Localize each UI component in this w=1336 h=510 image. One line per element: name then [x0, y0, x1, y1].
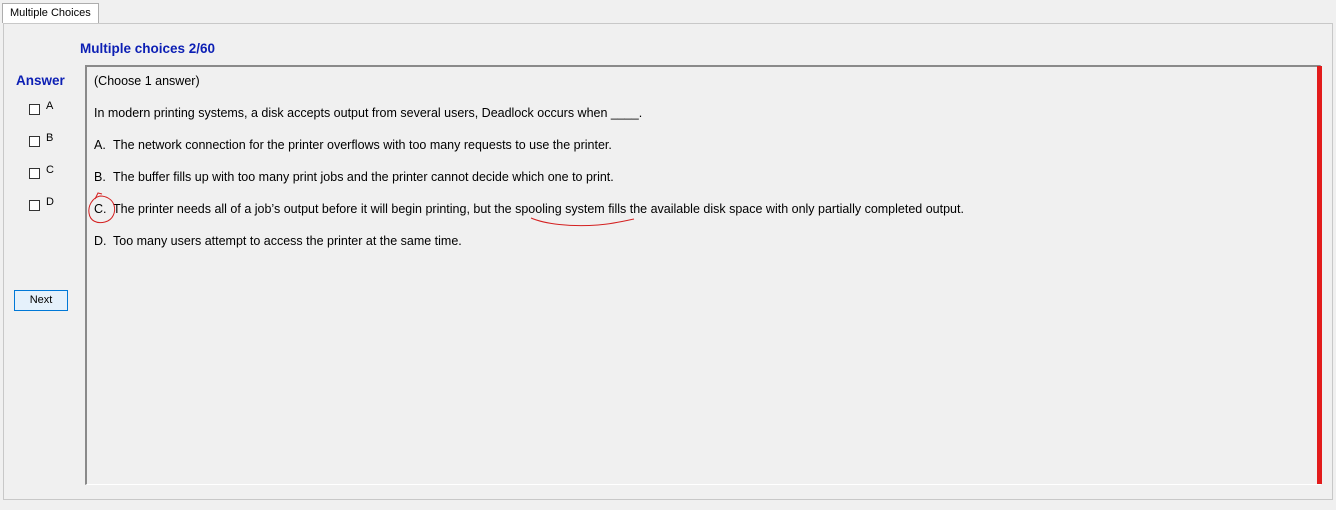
question-text: In modern printing systems, a disk accep… — [94, 106, 643, 120]
choice-b[interactable]: B — [29, 132, 54, 148]
option-a-text: The network connection for the printer o… — [113, 138, 612, 152]
next-button[interactable]: Next — [14, 290, 68, 311]
option-d: D. Too many users attempt to access the p… — [94, 233, 462, 249]
choice-d-label: D — [46, 196, 54, 208]
choice-a[interactable]: A — [29, 100, 54, 116]
choice-c[interactable]: C — [29, 164, 54, 180]
option-d-letter: D. — [94, 234, 107, 248]
checkbox-a[interactable] — [29, 103, 40, 115]
option-b-text: The buffer fills up with too many print … — [113, 170, 614, 184]
answer-heading: Answer — [16, 73, 65, 88]
question-panel — [85, 65, 1321, 485]
checkbox-d[interactable] — [29, 199, 40, 211]
option-d-text: Too many users attempt to access the pri… — [113, 234, 462, 248]
option-a-letter: A. — [94, 138, 106, 152]
checkbox-c[interactable] — [29, 167, 40, 179]
checkbox-b[interactable] — [29, 135, 40, 147]
choice-b-label: B — [46, 132, 54, 144]
red-side-bar — [1317, 66, 1322, 484]
question-instruction: (Choose 1 answer) — [94, 74, 200, 88]
quiz-progress-title: Multiple choices 2/60 — [80, 41, 216, 56]
option-c-text: The printer needs all of a job’s output … — [113, 202, 964, 216]
choice-a-label: A — [46, 100, 54, 112]
option-a: A. The network connection for the printer… — [94, 137, 612, 153]
tab-multiple-choices[interactable]: Multiple Choices — [2, 3, 99, 23]
choice-c-label: C — [46, 164, 54, 176]
option-c-letter: C. — [94, 202, 107, 216]
choice-d[interactable]: D — [29, 196, 54, 212]
option-b: B. The buffer fills up with too many prin… — [94, 169, 614, 185]
tab-strip: Multiple Choices — [0, 0, 1336, 24]
option-b-letter: B. — [94, 170, 106, 184]
option-c: C. The printer needs all of a job’s outpu… — [94, 201, 964, 217]
